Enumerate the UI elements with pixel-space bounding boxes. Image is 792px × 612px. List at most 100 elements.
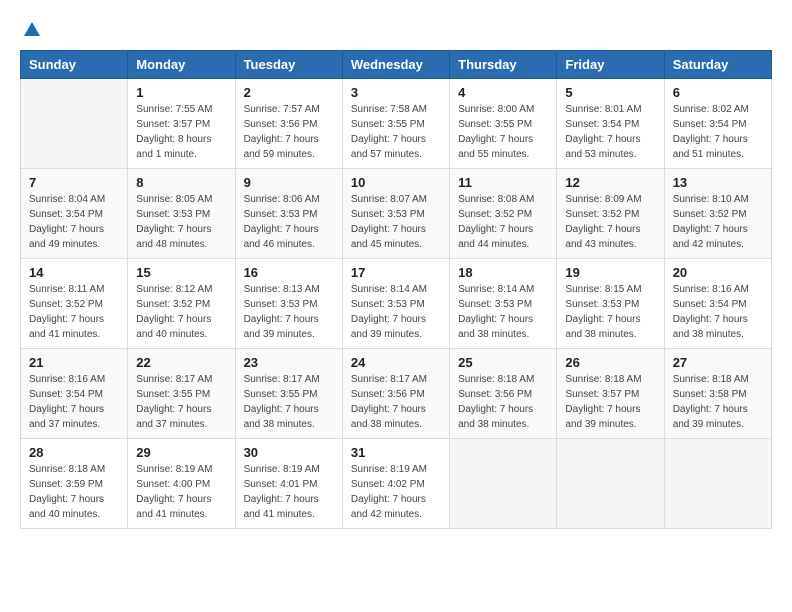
day-info: Sunrise: 8:15 AMSunset: 3:53 PMDaylight:… (565, 282, 655, 342)
calendar-cell: 25Sunrise: 8:18 AMSunset: 3:56 PMDayligh… (450, 349, 557, 439)
sunset-text: Sunset: 3:52 PM (136, 297, 226, 312)
day-number: 11 (458, 175, 548, 190)
calendar-cell: 4Sunrise: 8:00 AMSunset: 3:55 PMDaylight… (450, 79, 557, 169)
sunset-text: Sunset: 3:57 PM (136, 117, 226, 132)
day-number: 17 (351, 265, 441, 280)
sunset-text: Sunset: 3:55 PM (351, 117, 441, 132)
daylight-text: Daylight: 7 hours and 38 minutes. (673, 312, 763, 342)
sunrise-text: Sunrise: 8:17 AM (136, 372, 226, 387)
day-number: 29 (136, 445, 226, 460)
daylight-text: Daylight: 7 hours and 39 minutes. (351, 312, 441, 342)
sunset-text: Sunset: 4:02 PM (351, 477, 441, 492)
day-number: 3 (351, 85, 441, 100)
day-info: Sunrise: 8:18 AMSunset: 3:59 PMDaylight:… (29, 462, 119, 522)
day-number: 31 (351, 445, 441, 460)
day-info: Sunrise: 8:18 AMSunset: 3:57 PMDaylight:… (565, 372, 655, 432)
sunrise-text: Sunrise: 8:12 AM (136, 282, 226, 297)
sunset-text: Sunset: 3:54 PM (29, 387, 119, 402)
day-number: 4 (458, 85, 548, 100)
daylight-text: Daylight: 8 hours and 1 minute. (136, 132, 226, 162)
daylight-text: Daylight: 7 hours and 39 minutes. (673, 402, 763, 432)
calendar-cell (664, 439, 771, 529)
daylight-text: Daylight: 7 hours and 42 minutes. (673, 222, 763, 252)
sunrise-text: Sunrise: 8:19 AM (351, 462, 441, 477)
sunset-text: Sunset: 3:53 PM (244, 207, 334, 222)
sunset-text: Sunset: 3:54 PM (673, 297, 763, 312)
sunrise-text: Sunrise: 8:09 AM (565, 192, 655, 207)
day-number: 22 (136, 355, 226, 370)
logo-icon (22, 20, 42, 40)
calendar-cell: 19Sunrise: 8:15 AMSunset: 3:53 PMDayligh… (557, 259, 664, 349)
calendar-week-row: 14Sunrise: 8:11 AMSunset: 3:52 PMDayligh… (21, 259, 772, 349)
sunrise-text: Sunrise: 8:14 AM (458, 282, 548, 297)
day-number: 2 (244, 85, 334, 100)
daylight-text: Daylight: 7 hours and 38 minutes. (458, 312, 548, 342)
daylight-text: Daylight: 7 hours and 49 minutes. (29, 222, 119, 252)
calendar-cell: 9Sunrise: 8:06 AMSunset: 3:53 PMDaylight… (235, 169, 342, 259)
calendar-cell: 18Sunrise: 8:14 AMSunset: 3:53 PMDayligh… (450, 259, 557, 349)
day-number: 23 (244, 355, 334, 370)
day-number: 7 (29, 175, 119, 190)
day-info: Sunrise: 8:19 AMSunset: 4:02 PMDaylight:… (351, 462, 441, 522)
daylight-text: Daylight: 7 hours and 38 minutes. (458, 402, 548, 432)
sunset-text: Sunset: 4:01 PM (244, 477, 334, 492)
daylight-text: Daylight: 7 hours and 45 minutes. (351, 222, 441, 252)
calendar-cell: 28Sunrise: 8:18 AMSunset: 3:59 PMDayligh… (21, 439, 128, 529)
sunrise-text: Sunrise: 8:08 AM (458, 192, 548, 207)
sunset-text: Sunset: 3:53 PM (565, 297, 655, 312)
sunrise-text: Sunrise: 8:00 AM (458, 102, 548, 117)
day-number: 10 (351, 175, 441, 190)
calendar-cell (557, 439, 664, 529)
daylight-text: Daylight: 7 hours and 59 minutes. (244, 132, 334, 162)
day-info: Sunrise: 8:14 AMSunset: 3:53 PMDaylight:… (351, 282, 441, 342)
sunset-text: Sunset: 3:53 PM (458, 297, 548, 312)
calendar-cell: 24Sunrise: 8:17 AMSunset: 3:56 PMDayligh… (342, 349, 449, 439)
calendar-cell: 31 Sunrise: 8:19 AMSunset: 4:02 PMDayligh… (342, 439, 449, 529)
calendar-cell: 14Sunrise: 8:11 AMSunset: 3:52 PMDayligh… (21, 259, 128, 349)
column-header-tuesday: Tuesday (235, 51, 342, 79)
sunset-text: Sunset: 3:53 PM (136, 207, 226, 222)
calendar-cell: 8Sunrise: 8:05 AMSunset: 3:53 PMDaylight… (128, 169, 235, 259)
day-info: Sunrise: 8:04 AMSunset: 3:54 PMDaylight:… (29, 192, 119, 252)
day-number: 25 (458, 355, 548, 370)
day-number: 21 (29, 355, 119, 370)
day-info: Sunrise: 8:16 AMSunset: 3:54 PMDaylight:… (29, 372, 119, 432)
day-number: 24 (351, 355, 441, 370)
sunrise-text: Sunrise: 8:16 AM (29, 372, 119, 387)
sunrise-text: Sunrise: 7:57 AM (244, 102, 334, 117)
calendar-cell: 11Sunrise: 8:08 AMSunset: 3:52 PMDayligh… (450, 169, 557, 259)
day-info: Sunrise: 8:09 AMSunset: 3:52 PMDaylight:… (565, 192, 655, 252)
day-info: Sunrise: 8:17 AMSunset: 3:55 PMDaylight:… (136, 372, 226, 432)
sunrise-text: Sunrise: 8:18 AM (565, 372, 655, 387)
calendar-cell: 5Sunrise: 8:01 AMSunset: 3:54 PMDaylight… (557, 79, 664, 169)
daylight-text: Daylight: 7 hours and 41 minutes. (136, 492, 226, 522)
daylight-text: Daylight: 7 hours and 41 minutes. (29, 312, 119, 342)
calendar-cell: 16Sunrise: 8:13 AMSunset: 3:53 PMDayligh… (235, 259, 342, 349)
calendar-cell: 12Sunrise: 8:09 AMSunset: 3:52 PMDayligh… (557, 169, 664, 259)
sunset-text: Sunset: 3:54 PM (673, 117, 763, 132)
calendar-week-row: 28Sunrise: 8:18 AMSunset: 3:59 PMDayligh… (21, 439, 772, 529)
daylight-text: Daylight: 7 hours and 37 minutes. (136, 402, 226, 432)
day-number: 9 (244, 175, 334, 190)
calendar-cell: 7 Sunrise: 8:04 AMSunset: 3:54 PMDaylight… (21, 169, 128, 259)
calendar-week-row: 1Sunrise: 7:55 AMSunset: 3:57 PMDaylight… (21, 79, 772, 169)
calendar-cell: 1Sunrise: 7:55 AMSunset: 3:57 PMDaylight… (128, 79, 235, 169)
daylight-text: Daylight: 7 hours and 37 minutes. (29, 402, 119, 432)
calendar-cell: 29Sunrise: 8:19 AMSunset: 4:00 PMDayligh… (128, 439, 235, 529)
day-info: Sunrise: 8:10 AMSunset: 3:52 PMDaylight:… (673, 192, 763, 252)
sunrise-text: Sunrise: 8:17 AM (351, 372, 441, 387)
sunset-text: Sunset: 3:58 PM (673, 387, 763, 402)
daylight-text: Daylight: 7 hours and 39 minutes. (244, 312, 334, 342)
day-number: 1 (136, 85, 226, 100)
daylight-text: Daylight: 7 hours and 40 minutes. (29, 492, 119, 522)
calendar-cell: 15Sunrise: 8:12 AMSunset: 3:52 PMDayligh… (128, 259, 235, 349)
day-number: 27 (673, 355, 763, 370)
sunset-text: Sunset: 3:59 PM (29, 477, 119, 492)
calendar-cell (21, 79, 128, 169)
column-header-wednesday: Wednesday (342, 51, 449, 79)
day-number: 8 (136, 175, 226, 190)
sunset-text: Sunset: 3:56 PM (351, 387, 441, 402)
daylight-text: Daylight: 7 hours and 46 minutes. (244, 222, 334, 252)
day-info: Sunrise: 8:19 AMSunset: 4:01 PMDaylight:… (244, 462, 334, 522)
day-info: Sunrise: 8:18 AMSunset: 3:58 PMDaylight:… (673, 372, 763, 432)
